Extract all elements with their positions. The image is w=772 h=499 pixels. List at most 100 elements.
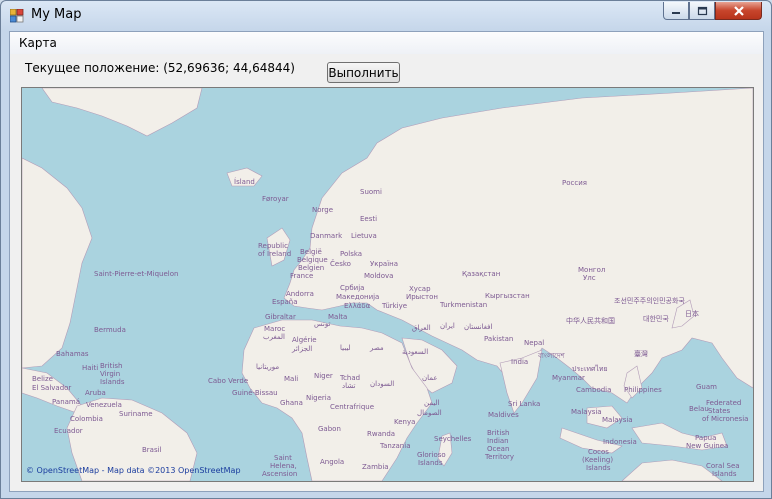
map-label: Монгол (578, 266, 605, 274)
map-label: France (290, 272, 313, 280)
map-label: Suomi (360, 188, 382, 196)
map-label: Tanzania (379, 442, 410, 450)
map-label: Улс (583, 274, 596, 282)
map-label: Niger (314, 372, 333, 380)
map-label: Gabon (318, 425, 341, 433)
map-label: Helena, (270, 462, 297, 470)
current-position-label: Текущее положение: (52,69636; 44,64844) (25, 61, 295, 75)
map-label: السودان (370, 380, 394, 388)
map-label: Gibraltar (265, 313, 296, 321)
map-label: Saint-Pierre-et-Miquelon (94, 270, 178, 278)
map-label: Қазақстан (462, 270, 500, 278)
map-label: الجزائر (291, 345, 312, 353)
minimize-button[interactable] (663, 2, 689, 20)
map-label: Ascension (262, 470, 297, 478)
map-label: België (300, 248, 322, 256)
map-label: المغرب (263, 333, 285, 341)
map-label: Maroc (264, 325, 285, 333)
map-label: Malaysia (571, 408, 602, 416)
run-button[interactable]: Выполнить (327, 62, 400, 83)
title-bar[interactable]: My Map (1, 1, 771, 31)
map-label: Хусар (409, 285, 431, 293)
menu-bar: Карта (10, 32, 763, 54)
map-label: 中华人民共和国 (566, 316, 615, 325)
map-label: Republic (258, 242, 288, 250)
map-label: Islands (712, 470, 737, 478)
map-label: New Guinea (686, 442, 728, 450)
map-label: تونس (314, 320, 330, 328)
map-label: Ελλάδα (344, 302, 371, 310)
map-label: Belgique (297, 256, 328, 264)
map-attribution[interactable]: © OpenStreetMap - Map data ©2013 OpenStr… (26, 466, 241, 475)
map-label: of Micronesia (702, 415, 748, 423)
map-label: Islands (586, 464, 611, 472)
map-label: Pakistan (484, 335, 513, 343)
map-label: British (487, 429, 509, 437)
map-label: Кыргызстан (485, 292, 530, 300)
map-label: Polska (340, 250, 362, 258)
map-label: Aruba (85, 389, 106, 397)
map-label: Norge (312, 206, 333, 214)
map-label: Україна (370, 260, 398, 268)
map-label: Türkiye (381, 302, 407, 310)
map-label: عمان (422, 374, 438, 382)
map-label: Haiti (82, 364, 98, 372)
map-label: Česko (330, 259, 351, 268)
map-label: Cocos (588, 448, 609, 456)
map-label: Cabo Verde (208, 377, 248, 385)
window-title: My Map (31, 7, 82, 22)
map-label: العراق (412, 324, 431, 332)
map-label: Danmark (310, 232, 343, 240)
map-label: Guiné-Bissau (232, 389, 278, 397)
map-label: Føroyar (262, 195, 289, 203)
map-label: 조선민주주의인민공화국 (614, 296, 685, 305)
map-label: Virgin (100, 370, 120, 378)
map-label: Brasil (142, 446, 162, 454)
map-label: Tchad (339, 374, 360, 382)
menu-item-map[interactable]: Карта (19, 36, 57, 50)
map-label: ประเทศไทย (572, 364, 608, 373)
map-label: (Keeling) (582, 456, 613, 464)
map-label: ليبيا (340, 344, 351, 352)
map-label: تشاد (342, 382, 355, 390)
map-label: Federated (706, 399, 741, 407)
map-label: Belgien (298, 264, 324, 272)
map-label: বাংলাদেশ (537, 352, 566, 360)
map-label: Bermuda (94, 326, 126, 334)
map-label: Saint (274, 454, 292, 462)
map-view[interactable]: Ísland Føroyar Norge Suomi Eesti Россия … (21, 87, 754, 482)
map-label: Србија (340, 284, 364, 292)
minimize-icon (672, 11, 680, 14)
map-label: Ирыстон (406, 293, 438, 301)
map-label: 日本 (685, 309, 699, 318)
map-label: India (511, 358, 528, 366)
maximize-icon (697, 6, 707, 15)
close-button[interactable] (715, 2, 762, 20)
map-label: 臺灣 (634, 349, 648, 358)
map-label: Kenya (394, 418, 415, 426)
maximize-button[interactable] (689, 2, 715, 20)
map-label: Centrafrique (330, 403, 374, 411)
map-label: Islands (418, 459, 443, 467)
map-label: Bahamas (56, 350, 89, 358)
map-label: Turkmenistan (439, 301, 487, 309)
map-label: Ecuador (54, 427, 83, 435)
map-label: موريتانيا (256, 363, 279, 371)
map-label: Zambia (362, 463, 389, 471)
map-label: of Ireland (258, 250, 291, 258)
app-icon (10, 9, 24, 23)
map-label: Nigeria (306, 394, 331, 402)
map-label: Nepal (524, 339, 544, 347)
map-label: الصومال (417, 409, 442, 417)
map-label: Ocean (487, 445, 509, 453)
map-label: Eesti (360, 215, 377, 223)
map-label: اليمن (424, 399, 440, 407)
map-label: Territory (484, 453, 514, 461)
map-label: السعودية (402, 348, 428, 356)
map-label: Angola (320, 458, 344, 466)
map-label: Andorra (286, 290, 314, 298)
map-label: España (272, 298, 298, 306)
map-label: Guam (696, 383, 717, 391)
client-area: Карта Текущее положение: (52,69636; 44,6… (9, 31, 764, 492)
map-label: Malta (328, 313, 347, 321)
